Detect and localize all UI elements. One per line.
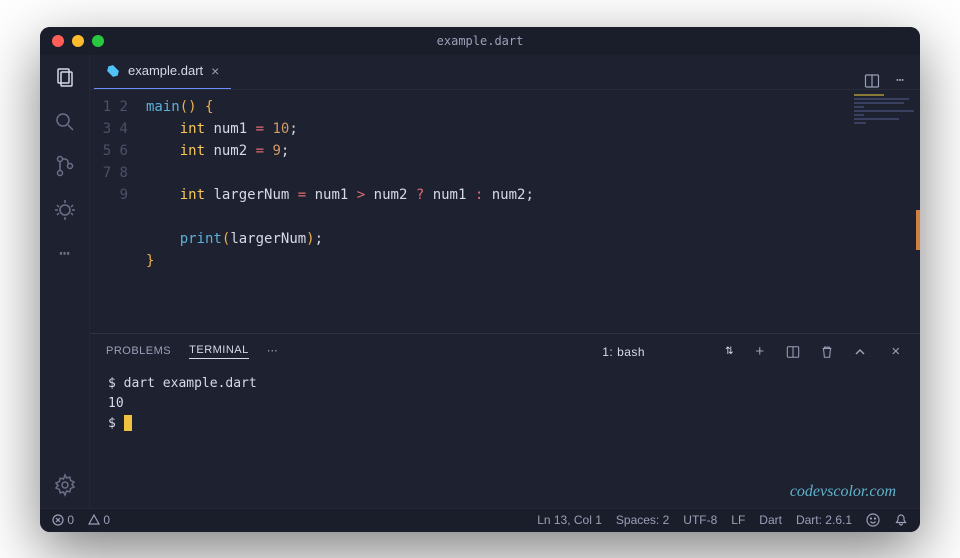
status-encoding[interactable]: UTF-8 [683, 513, 717, 527]
more-actions-icon[interactable]: ⋯ [896, 73, 904, 88]
maximize-panel-icon[interactable] [854, 346, 870, 358]
editor-area: example.dart × ⋯ 1 2 3 4 5 6 7 8 9 main(… [90, 55, 920, 508]
close-panel-icon[interactable]: × [888, 343, 904, 360]
tab-terminal[interactable]: TERMINAL [189, 344, 249, 359]
terminal-line: $ dart example.dart [108, 374, 902, 394]
terminal-output[interactable]: $ dart example.dart 10 $ codevscolor.com [90, 370, 920, 508]
window-title: example.dart [437, 34, 524, 48]
watermark: codevscolor.com [790, 482, 896, 502]
minimize-window-button[interactable] [72, 35, 84, 47]
code-editor[interactable]: 1 2 3 4 5 6 7 8 9 main() { int num1 = 10… [90, 90, 920, 333]
status-eol[interactable]: LF [731, 513, 745, 527]
bottom-panel: PROBLEMS TERMINAL ⋯ 1: bash ⇅ + [90, 333, 920, 508]
status-indentation[interactable]: Spaces: 2 [616, 513, 669, 527]
terminal-selector[interactable]: 1: bash ⇅ [602, 345, 734, 359]
tab-example-dart[interactable]: example.dart × [94, 54, 231, 89]
terminal-line: 10 [108, 394, 902, 414]
maximize-window-button[interactable] [92, 35, 104, 47]
kill-terminal-icon[interactable] [820, 345, 836, 359]
line-gutter: 1 2 3 4 5 6 7 8 9 [90, 90, 140, 333]
activity-bar: ⋯ [40, 55, 90, 508]
close-window-button[interactable] [52, 35, 64, 47]
close-tab-icon[interactable]: × [211, 63, 219, 79]
status-cursor-position[interactable]: Ln 13, Col 1 [537, 513, 602, 527]
explorer-icon[interactable] [52, 65, 78, 91]
debug-icon[interactable] [52, 197, 78, 223]
feedback-smiley-icon[interactable] [866, 513, 880, 527]
terminal-line: $ [108, 414, 902, 434]
vscode-window: example.dart ⋯ [40, 27, 920, 532]
more-icon[interactable]: ⋯ [52, 241, 78, 267]
tab-problems[interactable]: PROBLEMS [106, 345, 171, 359]
notifications-bell-icon[interactable] [894, 513, 908, 527]
traffic-lights [52, 35, 104, 47]
status-errors[interactable]: 0 [52, 513, 74, 527]
dropdown-arrows-icon: ⇅ [725, 346, 734, 357]
panel-more-icon[interactable]: ⋯ [267, 344, 279, 359]
split-editor-icon[interactable] [864, 73, 880, 89]
source-control-icon[interactable] [52, 153, 78, 179]
split-terminal-icon[interactable] [786, 345, 802, 359]
search-icon[interactable] [52, 109, 78, 135]
settings-gear-icon[interactable] [52, 472, 78, 498]
status-warnings[interactable]: 0 [88, 513, 110, 527]
terminal-cursor [124, 415, 132, 431]
new-terminal-icon[interactable]: + [752, 343, 768, 360]
dart-file-icon [106, 64, 120, 78]
tab-label: example.dart [128, 63, 203, 78]
code-content[interactable]: main() { int num1 = 10; int num2 = 9; in… [140, 90, 920, 333]
minimap-slider[interactable] [916, 210, 920, 250]
titlebar: example.dart [40, 27, 920, 55]
terminal-selector-label: 1: bash [602, 345, 645, 359]
status-language[interactable]: Dart [759, 513, 782, 527]
status-dart-sdk[interactable]: Dart: 2.6.1 [796, 513, 852, 527]
minimap[interactable] [850, 90, 920, 333]
status-bar: 0 0 Ln 13, Col 1 Spaces: 2 UTF-8 LF Dart… [40, 508, 920, 532]
panel-tabs: PROBLEMS TERMINAL ⋯ 1: bash ⇅ + [90, 334, 920, 370]
editor-tabs: example.dart × ⋯ [90, 55, 920, 90]
